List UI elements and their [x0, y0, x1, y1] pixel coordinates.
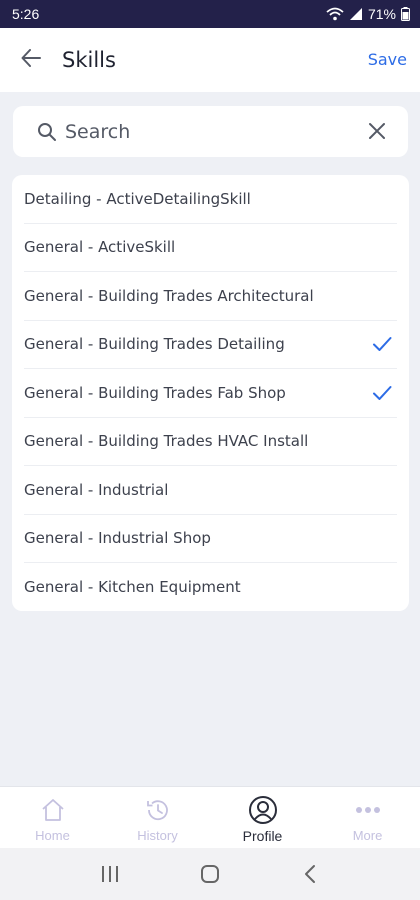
search-icon — [37, 121, 59, 143]
list-item[interactable]: General - ActiveSkill — [24, 224, 397, 272]
app-header: Skills Save — [0, 28, 420, 92]
skill-label: General - Industrial Shop — [24, 529, 211, 548]
nav-label-history: History — [137, 828, 178, 843]
page-title: Skills — [62, 48, 116, 72]
home-button-icon[interactable] — [190, 854, 230, 894]
profile-icon — [248, 795, 278, 825]
history-icon — [143, 795, 173, 825]
checkmark-icon — [371, 382, 393, 404]
nav-item-more[interactable]: More — [315, 787, 420, 848]
list-item[interactable]: General - Building Trades Fab Shop — [24, 369, 397, 418]
signal-icon — [349, 7, 363, 21]
skills-list: Detailing - ActiveDetailingSkill General… — [12, 175, 409, 611]
skill-label: Detailing - ActiveDetailingSkill — [24, 189, 251, 208]
search-input[interactable] — [65, 120, 345, 143]
save-button[interactable]: Save — [368, 50, 407, 69]
more-icon — [353, 795, 383, 825]
bottom-nav: Home History Profile More — [0, 786, 420, 848]
status-time: 5:26 — [12, 6, 40, 22]
battery-level: 71% — [367, 6, 396, 22]
wifi-icon — [326, 7, 344, 21]
close-icon[interactable] — [366, 120, 388, 142]
list-item[interactable]: Detailing - ActiveDetailingSkill — [24, 175, 397, 224]
status-indicators: 71% — [326, 6, 410, 22]
status-bar: 5:26 71% — [0, 0, 420, 28]
nav-label-more: More — [352, 828, 383, 843]
back-button[interactable] — [0, 28, 62, 92]
nav-item-home[interactable]: Home — [0, 787, 105, 848]
home-icon — [38, 795, 68, 825]
system-nav-bar — [0, 848, 420, 900]
list-item[interactable]: General - Kitchen Equipment — [24, 563, 397, 612]
skill-label: General - Industrial — [24, 480, 169, 499]
search-bar — [13, 106, 408, 157]
system-back-icon[interactable] — [290, 854, 330, 894]
list-item[interactable]: General - Building Trades Architectural — [24, 272, 397, 321]
list-item[interactable]: General - Industrial Shop — [24, 515, 397, 563]
arrow-left-icon — [21, 48, 41, 72]
skill-label: General - Building Trades Fab Shop — [24, 383, 286, 402]
skill-label: General - ActiveSkill — [24, 238, 176, 257]
checkmark-icon — [371, 333, 393, 355]
list-item[interactable]: General - Building Trades Detailing — [24, 321, 397, 369]
skill-label: General - Building Trades HVAC Install — [24, 432, 309, 451]
nav-label-profile: Profile — [242, 828, 283, 844]
recent-apps-icon[interactable] — [90, 854, 130, 894]
skill-label: General - Kitchen Equipment — [24, 578, 241, 597]
nav-label-home: Home — [35, 828, 70, 843]
battery-icon — [401, 7, 410, 21]
list-item[interactable]: General - Industrial — [24, 466, 397, 515]
skill-label: General - Building Trades Detailing — [24, 335, 285, 354]
skill-label: General - Building Trades Architectural — [24, 286, 314, 305]
nav-item-profile[interactable]: Profile — [210, 787, 315, 848]
list-item[interactable]: General - Building Trades HVAC Install — [24, 418, 397, 466]
nav-item-history[interactable]: History — [105, 787, 210, 848]
